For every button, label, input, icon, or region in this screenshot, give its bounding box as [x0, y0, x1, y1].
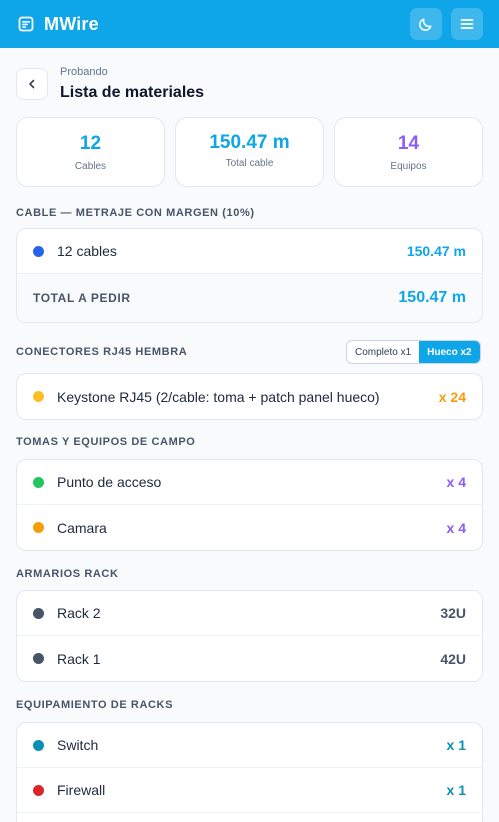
racks-card: Rack 2 32U Rack 1 42U	[16, 590, 483, 682]
hamburger-menu-icon	[460, 19, 474, 29]
theme-toggle-button[interactable]	[410, 8, 442, 40]
page-header: Probando Lista de materiales	[16, 66, 204, 102]
field-card: Punto de acceso x 4 Camara x 4	[16, 459, 483, 551]
item-value: x 1	[446, 737, 466, 753]
stat-value: 150.47 m	[209, 132, 290, 153]
item-label: Keystone RJ45 (2/cable: toma + patch pan…	[57, 388, 380, 405]
rack-equipment-card: Switch x 1 Firewall x 1	[16, 722, 483, 822]
cable-card: 12 cables 150.47 m TOTAL A PEDIR 150.47 …	[16, 228, 483, 323]
total-label: TOTAL A PEDIR	[33, 291, 131, 305]
moon-icon	[419, 18, 432, 31]
status-dot	[33, 784, 44, 796]
app-title: MWire	[44, 13, 99, 34]
item-value: x 1	[446, 782, 466, 798]
item-label: Rack 1	[57, 650, 101, 667]
stat-value: 14	[397, 132, 420, 154]
item-label: Firewall	[57, 782, 106, 798]
item-value: 42U	[440, 650, 466, 667]
status-dot	[33, 391, 44, 402]
list-item: Switch x 1	[17, 723, 482, 768]
app-header: MWire	[0, 0, 499, 48]
list-item	[17, 813, 482, 822]
status-dot	[33, 739, 44, 751]
stat-label: Total cable	[225, 158, 274, 169]
section-title-cable: CABLE — METRAJE CON MARGEN (10%)	[16, 207, 255, 219]
status-dot	[33, 607, 44, 619]
list-item: Rack 2 32U	[17, 591, 482, 636]
menu-button[interactable]	[451, 8, 483, 40]
page-title: Lista de materiales	[60, 84, 205, 101]
document-icon	[18, 16, 34, 32]
toggle-option-completo[interactable]: Completo x1	[347, 341, 419, 363]
item-value: x 4	[446, 519, 466, 536]
list-item: Rack 1 42U	[17, 636, 482, 681]
item-label: Camara	[57, 519, 107, 536]
section-title-field: TOMAS Y EQUIPOS DE CAMPO	[16, 436, 196, 448]
connectors-card: Keystone RJ45 (2/cable: toma + patch pan…	[16, 373, 483, 420]
stat-total-cable: 150.47 m Total cable	[175, 117, 324, 187]
item-value: 32U	[440, 605, 466, 621]
list-item: Camara x 4	[17, 505, 482, 550]
stat-label: Equipos	[390, 160, 427, 172]
section-title-connectors: CONECTORES RJ45 HEMBRA	[16, 346, 188, 358]
section-title-rack-equipment: EQUIPAMIENTO DE RACKS	[16, 699, 174, 711]
status-dot	[33, 476, 44, 488]
item-label: 12 cables	[57, 243, 117, 259]
section-title-racks: ARMARIOS RACK	[16, 568, 119, 580]
stat-value: 12	[79, 132, 102, 154]
item-value: x 24	[438, 388, 466, 405]
item-label: Punto de acceso	[57, 474, 162, 490]
list-item: 12 cables 150.47 m	[17, 229, 482, 274]
stats-row: 12 Cables 150.47 m Total cable 14 Equipo…	[16, 117, 483, 187]
total-row: TOTAL A PEDIR 150.47 m	[17, 274, 482, 322]
list-item: Firewall x 1	[17, 768, 482, 813]
back-button[interactable]	[16, 68, 48, 100]
stat-cables: 12 Cables	[16, 117, 165, 187]
toggle-option-hueco[interactable]: Hueco x2	[419, 341, 480, 363]
chevron-left-icon	[29, 79, 35, 89]
list-item: Punto de acceso x 4	[17, 460, 482, 505]
item-value: x 4	[446, 474, 466, 490]
status-dot	[33, 245, 44, 257]
status-dot	[33, 522, 44, 533]
connector-mode-toggle: Completo x1 Hueco x2	[346, 340, 481, 364]
breadcrumb: Probando	[60, 66, 108, 78]
stat-label: Cables	[74, 160, 107, 172]
item-label: Switch	[57, 737, 99, 753]
list-item: Keystone RJ45 (2/cable: toma + patch pan…	[17, 374, 482, 419]
stat-equipos: 14 Equipos	[334, 117, 483, 187]
brand: MWire	[18, 14, 99, 35]
total-value: 150.47 m	[398, 289, 466, 306]
item-label: Rack 2	[57, 605, 101, 621]
status-dot	[33, 653, 44, 664]
item-value: 150.47 m	[406, 243, 466, 259]
